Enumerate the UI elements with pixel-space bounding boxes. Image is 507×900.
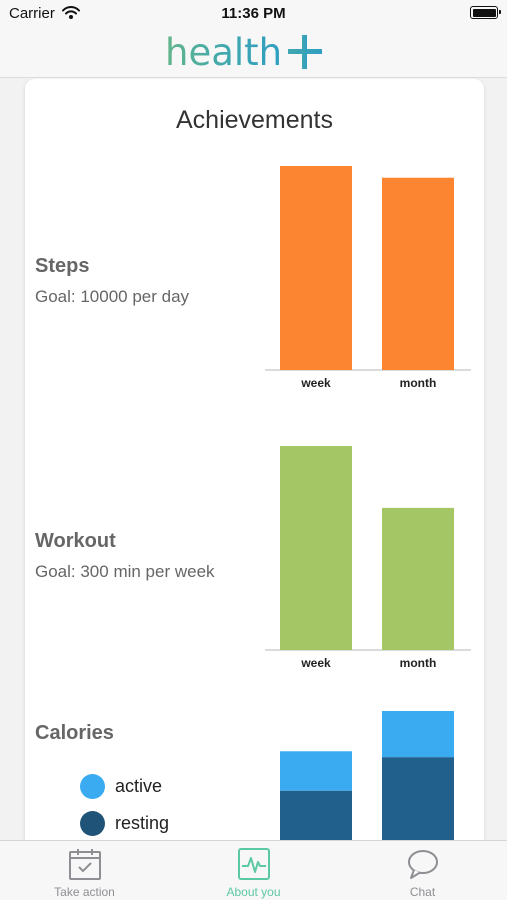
steps-goal: Goal: 10000 per day [35,287,190,306]
steps-chart-svg: week month [265,166,471,390]
card-title: Achievements [175,106,334,134]
battery-icon [470,6,501,19]
bar-month [382,507,454,650]
bar-week [280,166,352,370]
tab-label-about-you: About you [226,885,281,899]
calendar-check-icon [68,847,102,886]
steps-label: Steps [35,255,90,277]
legend-swatch-active [80,774,105,799]
steps-chart: week month [265,166,471,396]
tick-label-month: month [400,656,437,670]
bar-month-segment-1 [382,711,454,758]
status-bar: Carrier 11:36 PM [0,0,507,28]
tab-label-chat: Chat [409,885,436,899]
bar-month-segment-0 [382,757,454,840]
logo-plus-icon [288,35,323,69]
logo-text: health [165,30,283,74]
workout-chart: week month [265,446,471,676]
tab-label-take-action: Take action [54,885,115,899]
tab-bar: Take action About you Chat [0,840,507,900]
clock-label: 11:36 PM [221,5,286,22]
legend-item-active: active [80,774,162,799]
legend-label-active: active [115,776,163,796]
tick-label-week: week [300,376,331,390]
bar-month [382,177,454,370]
chat-bubble-icon [406,847,440,886]
tab-about-you[interactable]: About you [169,841,338,900]
app-logo: health [165,30,323,74]
bar-week [280,446,352,650]
calories-chart-svg [280,711,454,840]
legend-item-resting: resting [80,811,169,836]
bar-week-segment-0 [280,790,352,840]
workout-chart-svg: week month [265,446,471,670]
achievements-card: Achievements Steps Goal: 10000 per day w… [25,79,484,840]
tick-label-month: month [400,376,437,390]
heartbeat-icon [237,847,271,886]
workout-goal: Goal: 300 min per week [35,562,215,581]
legend-swatch-resting [80,811,105,836]
tick-label-week: week [300,656,331,670]
tab-chat[interactable]: Chat [338,841,507,900]
calories-chart [265,711,471,840]
legend-label-resting: resting [115,813,170,833]
scroll-content[interactable]: Achievements Steps Goal: 10000 per day w… [0,79,507,840]
tab-take-action[interactable]: Take action [0,841,169,900]
bar-week-segment-1 [280,751,352,791]
workout-label: Workout [35,530,116,552]
calories-label: Calories [35,722,114,744]
nav-header: health [0,28,507,78]
